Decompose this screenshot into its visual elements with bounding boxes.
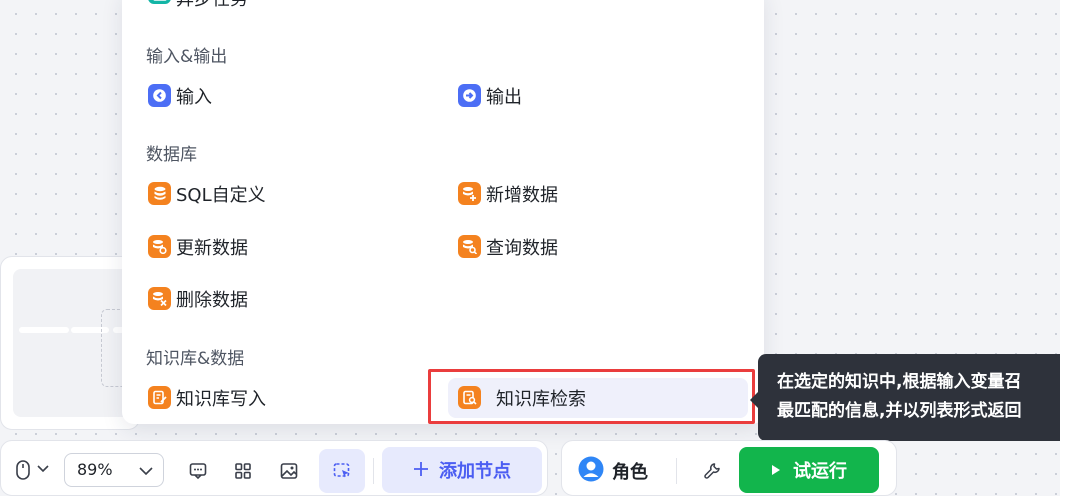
database-delete-icon: [148, 287, 171, 310]
test-run-label: 试运行: [793, 461, 847, 482]
chevron-down-icon[interactable]: [36, 461, 50, 477]
mouse-mode-icon[interactable]: [12, 456, 34, 484]
menu-item-label: 异步任务: [176, 0, 248, 11]
menu-item-query-data[interactable]: 查询数据: [458, 227, 748, 267]
database-icon: [148, 182, 171, 205]
menu-item-label: 输出: [486, 87, 522, 108]
role-button[interactable]: 角色: [578, 452, 648, 490]
output-arrow-icon: [458, 84, 481, 107]
menu-item-label: SQL自定义: [176, 185, 266, 206]
menu-item-label: 查询数据: [486, 238, 558, 259]
wrench-icon[interactable]: [699, 458, 725, 484]
role-label: 角色: [612, 462, 648, 483]
minimap[interactable]: [0, 256, 140, 430]
group-title-database: 数据库: [146, 145, 197, 165]
menu-item-knowledge-write[interactable]: 知识库写入: [148, 378, 438, 418]
zoom-select[interactable]: 89%: [64, 453, 164, 487]
database-add-icon: [458, 182, 481, 205]
menu-item-output[interactable]: 输出: [458, 76, 748, 116]
menu-item-label: 新增数据: [486, 185, 558, 206]
database-update-icon: [148, 235, 171, 258]
node-description-tooltip: 在选定的知识中,根据输入变量召 最匹配的信息,并以列表形式返回: [758, 354, 1060, 441]
group-title-knowledge: 知识库&数据: [146, 349, 245, 369]
input-arrow-icon: [148, 84, 171, 107]
async-task-icon: [148, 0, 171, 4]
play-icon: [771, 460, 781, 481]
minimap-viewport: [13, 269, 137, 417]
menu-item-update-data[interactable]: 更新数据: [148, 227, 438, 267]
menu-item-sql-custom[interactable]: SQL自定义: [148, 174, 438, 214]
zoom-value: 89%: [77, 460, 113, 479]
add-node-label: 添加节点: [439, 461, 511, 482]
tooltip-line-1: 在选定的知识中,根据输入变量召: [777, 372, 1022, 392]
group-title-io: 输入&输出: [146, 47, 228, 67]
add-node-button[interactable]: 添加节点: [382, 447, 542, 493]
menu-item-delete-data[interactable]: 删除数据: [148, 279, 438, 319]
highlight-annotation: [428, 369, 755, 424]
knowledge-write-icon: [148, 386, 171, 409]
menu-item-label: 删除数据: [176, 290, 248, 311]
tooltip-line-2: 最匹配的信息,并以列表形式返回: [777, 401, 1022, 421]
menu-item-add-data[interactable]: 新增数据: [458, 174, 748, 214]
test-run-button[interactable]: 试运行: [739, 447, 879, 493]
user-avatar-icon: [578, 456, 604, 487]
image-icon[interactable]: [276, 458, 302, 484]
comment-icon[interactable]: [185, 458, 211, 484]
menu-item-input[interactable]: 输入: [148, 76, 438, 116]
add-node-menu: 异步任务 输入&输出 输入 输出 数据库 SQL自定义 新增数据 更新数据: [122, 0, 764, 424]
minimap-node: [19, 327, 69, 333]
database-query-icon: [458, 235, 481, 258]
toolbar-divider: [373, 458, 374, 484]
toolbar-divider: [676, 458, 677, 484]
chevron-down-icon: [139, 454, 153, 486]
menu-item-async-task[interactable]: 异步任务: [148, 0, 348, 26]
menu-item-label: 更新数据: [176, 238, 248, 259]
menu-item-label: 知识库写入: [176, 389, 266, 410]
tooltip-arrow: [750, 392, 758, 408]
plus-icon: [413, 458, 429, 482]
menu-item-label: 输入: [176, 87, 212, 108]
layout-grid-icon[interactable]: [230, 458, 256, 484]
select-mode-icon[interactable]: [319, 449, 365, 493]
right-panel-edge: [1060, 0, 1088, 496]
